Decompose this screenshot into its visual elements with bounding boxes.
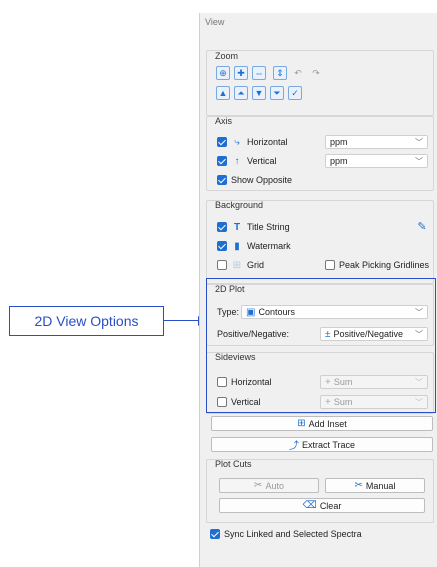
show-opposite-row: Show Opposite [217, 173, 292, 187]
plot-cuts-group: Plot Cuts ✂ Auto ✂ Manual ⌫ Clear [206, 459, 434, 523]
plot-cuts-legend: Plot Cuts [215, 459, 252, 469]
axis-horizontal-checkbox[interactable] [217, 137, 227, 147]
auto-cut-button[interactable]: ✂ Auto [219, 478, 319, 493]
axis-legend: Axis [215, 116, 233, 126]
grid-row: ⊞ Grid [217, 258, 264, 272]
auto-cut-label: Auto [265, 480, 284, 491]
watermark-row: ▮ Watermark [217, 239, 291, 253]
scale-down-fast-icon[interactable]: ⏷ [270, 86, 284, 100]
watermark-checkbox[interactable] [217, 241, 227, 251]
chevron-down-icon: ﹀ [415, 138, 423, 147]
clear-cuts-button[interactable]: ⌫ Clear [219, 498, 425, 513]
scale-down-icon[interactable]: ▼ [252, 86, 266, 100]
background-group: Background T Title String ✎ ▮ Watermark … [206, 200, 434, 284]
axis-vertical-row: ↑ Vertical [217, 154, 277, 168]
grid-label: Grid [247, 260, 265, 270]
extract-trace-label: Extract Trace [301, 439, 355, 450]
add-inset-label: Add Inset [308, 418, 347, 429]
show-opposite-label: Show Opposite [231, 175, 293, 185]
chevron-down-icon: ﹀ [415, 157, 423, 166]
axis-horizontal-unit-select[interactable]: ppm ﹀ [325, 135, 428, 149]
sync-label: Sync Linked and Selected Spectra [224, 529, 362, 539]
broom-icon: ⌫ [302, 500, 317, 511]
zoom-vertical-icon[interactable]: ⇕ [273, 66, 287, 80]
panel-title: View [205, 17, 225, 27]
axis-horizontal-label: Horizontal [247, 137, 288, 147]
peak-picking-checkbox[interactable] [325, 260, 335, 270]
edit-title-icon[interactable]: ✎ [415, 220, 429, 234]
background-legend: Background [215, 200, 264, 210]
sync-checkbox[interactable] [210, 529, 220, 539]
add-inset-icon: ⊞ [297, 418, 306, 429]
add-inset-button[interactable]: ⊞ Add Inset [211, 416, 433, 431]
highlight-2d-view-options [206, 278, 436, 413]
sync-row: Sync Linked and Selected Spectra [210, 527, 362, 541]
grid-icon: ⊞ [232, 259, 242, 271]
horizontal-axis-icon: ⤷ [234, 136, 240, 148]
axis-horizontal-row: ⤷ Horizontal [217, 135, 288, 149]
peak-picking-row: Peak Picking Gridlines [325, 258, 429, 272]
extract-trace-icon: ⤴ [288, 441, 299, 452]
grid-checkbox[interactable] [217, 260, 227, 270]
zoom-legend: Zoom [215, 51, 239, 61]
callout-arrow-line [164, 320, 200, 321]
zoom-in-icon[interactable]: ⊕ [216, 66, 230, 80]
show-opposite-checkbox[interactable] [217, 175, 227, 185]
manual-cut-button[interactable]: ✂ Manual [325, 478, 425, 493]
title-string-checkbox[interactable] [217, 222, 227, 232]
axis-group: Axis ⤷ Horizontal ppm ﹀ ↑ Vertical ppm ﹀… [206, 116, 434, 191]
extract-trace-button[interactable]: ⤴ Extract Trace [211, 437, 433, 452]
axis-vertical-label: Vertical [247, 156, 277, 166]
auto-scale-icon[interactable]: ✓ [288, 86, 302, 100]
scale-up-fast-icon[interactable]: ⏶ [234, 86, 248, 100]
manual-cut-label: Manual [365, 480, 396, 491]
axis-vertical-unit-select[interactable]: ppm ﹀ [325, 154, 428, 168]
scissors-icon: ✂ [354, 480, 363, 491]
title-string-label: Title String [247, 222, 290, 232]
peak-picking-label: Peak Picking Gridlines [339, 260, 430, 270]
zoom-group: Zoom ⊕ ✚ ⇔ ⇕ ↶ ↷ ▲ ⏶ ▼ ⏷ ✓ [206, 50, 434, 116]
watermark-label: Watermark [247, 241, 291, 251]
zoom-horizontal-icon[interactable]: ⇔ [252, 66, 266, 80]
scissors-icon: ✂ [254, 480, 263, 491]
zoom-all-icon[interactable]: ✚ [234, 66, 248, 80]
callout-2d-view-options: 2D View Options [9, 306, 164, 336]
vertical-axis-icon: ↑ [234, 155, 240, 167]
watermark-icon: ▮ [234, 240, 240, 252]
scale-up-icon[interactable]: ▲ [216, 86, 230, 100]
title-string-row: T Title String [217, 220, 290, 234]
redo-zoom-icon[interactable]: ↷ [309, 66, 323, 80]
axis-vertical-unit-value: ppm [330, 156, 348, 166]
clear-cuts-label: Clear [319, 500, 342, 511]
axis-horizontal-unit-value: ppm [330, 137, 348, 147]
undo-zoom-icon[interactable]: ↶ [291, 66, 305, 80]
axis-vertical-checkbox[interactable] [217, 156, 227, 166]
callout-label: 2D View Options [34, 313, 139, 329]
title-text-icon: T [233, 221, 241, 233]
